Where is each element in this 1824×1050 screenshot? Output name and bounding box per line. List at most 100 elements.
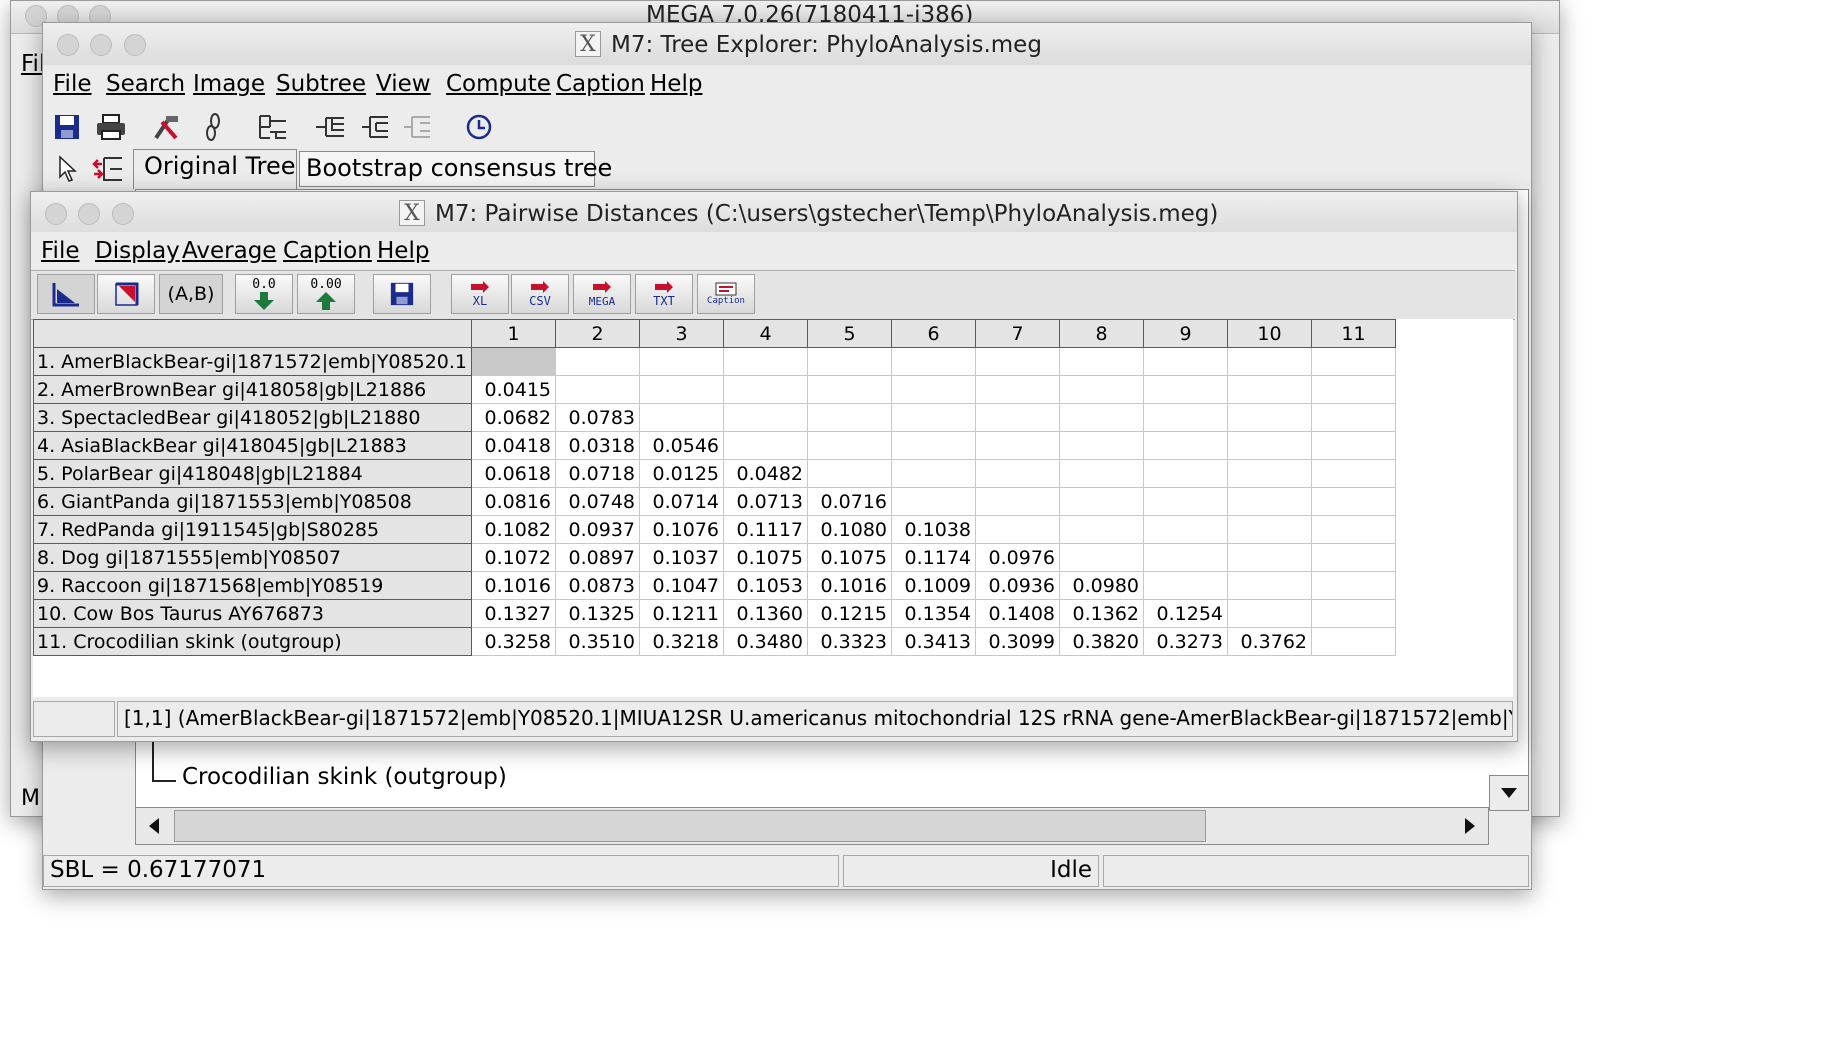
minimize-window-button[interactable]: [78, 203, 100, 225]
distance-cell[interactable]: [1227, 543, 1312, 572]
distance-cell[interactable]: 0.1174: [891, 543, 976, 572]
distance-cell[interactable]: 0.1362: [1059, 599, 1144, 628]
distance-cell[interactable]: [1143, 431, 1228, 460]
table-row[interactable]: 11. Crocodilian skink (outgroup) 0.3258 0.…: [33, 627, 1396, 656]
distance-table[interactable]: 1 2 3 4 5 6 7 8 9 10 11 1. AmerBlackBear-gi|1871572…: [33, 319, 1396, 656]
distance-cell[interactable]: [1143, 515, 1228, 544]
distance-cell[interactable]: [807, 347, 892, 376]
row-header[interactable]: 5. PolarBear gi|418048|gb|L21884: [33, 459, 472, 488]
menu-image[interactable]: Image: [193, 71, 265, 97]
row-header[interactable]: 9. Raccoon gi|1871568|emb|Y08519: [33, 571, 472, 600]
pointer-icon[interactable]: [47, 149, 87, 189]
table-row[interactable]: 9. Raccoon gi|1871568|emb|Y08519 0.1016 0.…: [33, 571, 1396, 600]
distance-cell[interactable]: [1227, 403, 1312, 432]
export-mega-button[interactable]: MEGA: [573, 274, 631, 314]
column-header[interactable]: 9: [1143, 319, 1228, 348]
distance-cell[interactable]: 0.3323: [807, 627, 892, 656]
tree-layout-slanted-icon[interactable]: [357, 107, 397, 147]
menu-caption[interactable]: Caption: [283, 238, 372, 264]
horizontal-scrollbar[interactable]: [135, 807, 1489, 845]
distance-grid[interactable]: 1 2 3 4 5 6 7 8 9 10 11 1. AmerBlackBear-gi|1871572…: [33, 319, 1513, 697]
distance-cell[interactable]: [1143, 459, 1228, 488]
row-header[interactable]: 2. AmerBrownBear gi|418058|gb|L21886: [33, 375, 472, 404]
close-window-button[interactable]: [57, 34, 79, 56]
table-row[interactable]: 5. PolarBear gi|418048|gb|L21884 0.0618 0.…: [33, 459, 1396, 488]
row-header[interactable]: 8. Dog gi|1871555|emb|Y08507: [33, 543, 472, 572]
distance-cell[interactable]: 0.0418: [471, 431, 556, 460]
distance-cell[interactable]: [1143, 403, 1228, 432]
distance-cell[interactable]: [1311, 543, 1396, 572]
distance-cell[interactable]: [1311, 403, 1396, 432]
tools-icon[interactable]: [147, 107, 187, 147]
caption-button[interactable]: Caption: [697, 274, 755, 314]
distance-cell[interactable]: 0.0718: [555, 459, 640, 488]
distance-cell[interactable]: 0.1053: [723, 571, 808, 600]
menu-caption[interactable]: Caption: [556, 71, 645, 97]
distance-cell[interactable]: [555, 347, 640, 376]
distance-cell[interactable]: 0.0482: [723, 459, 808, 488]
distance-cell[interactable]: [1311, 487, 1396, 516]
distance-cell[interactable]: 0.1009: [891, 571, 976, 600]
row-header[interactable]: 6. GiantPanda gi|1871553|emb|Y08508: [33, 487, 472, 516]
distance-cell[interactable]: [1059, 459, 1144, 488]
distance-cell[interactable]: [1311, 515, 1396, 544]
distance-cell[interactable]: 0.0618: [471, 459, 556, 488]
distance-cell[interactable]: [723, 431, 808, 460]
distance-cell[interactable]: [1143, 375, 1228, 404]
distance-cell[interactable]: 0.0714: [639, 487, 724, 516]
distance-cell[interactable]: 0.1327: [471, 599, 556, 628]
export-text-button[interactable]: TXT: [635, 274, 693, 314]
distance-cell[interactable]: 0.0748: [555, 487, 640, 516]
table-row[interactable]: 2. AmerBrownBear gi|418058|gb|L21886 0.04…: [33, 375, 1396, 404]
distance-cell[interactable]: 0.0937: [555, 515, 640, 544]
column-header[interactable]: 8: [1059, 319, 1144, 348]
menu-help[interactable]: Help: [650, 71, 702, 97]
row-header[interactable]: 7. RedPanda gi|1911545|gb|S80285: [33, 515, 472, 544]
distance-cell[interactable]: [1311, 599, 1396, 628]
row-header[interactable]: 1. AmerBlackBear-gi|1871572|emb|Y08520.1: [33, 347, 472, 376]
distance-cell[interactable]: [639, 403, 724, 432]
distance-cell[interactable]: [975, 431, 1060, 460]
distance-cell[interactable]: [1143, 347, 1228, 376]
distance-cell[interactable]: [555, 375, 640, 404]
upper-right-matrix-button[interactable]: [97, 274, 155, 314]
table-row[interactable]: 3. SpectacledBear gi|418052|gb|L21880 0.0…: [33, 403, 1396, 432]
distance-cell[interactable]: [1143, 571, 1228, 600]
table-row[interactable]: 8. Dog gi|1871555|emb|Y08507 0.1072 0.0897…: [33, 543, 1396, 572]
distance-cell[interactable]: [639, 347, 724, 376]
zoom-window-button[interactable]: [124, 34, 146, 56]
row-header[interactable]: 4. AsiaBlackBear gi|418045|gb|L21883: [33, 431, 472, 460]
distance-cell[interactable]: [975, 347, 1060, 376]
tab-original-tree[interactable]: Original Tree: [133, 149, 297, 189]
menu-subtree[interactable]: Subtree: [276, 71, 366, 97]
minimize-window-button[interactable]: [90, 34, 112, 56]
distance-cell[interactable]: [891, 431, 976, 460]
distance-cell[interactable]: [1059, 543, 1144, 572]
menu-search[interactable]: Search: [106, 71, 185, 97]
distance-cell[interactable]: [807, 459, 892, 488]
distance-cell[interactable]: 0.3820: [1059, 627, 1144, 656]
distance-cell[interactable]: 0.3762: [1227, 627, 1312, 656]
distance-cell[interactable]: [1059, 347, 1144, 376]
distance-cell[interactable]: 0.0125: [639, 459, 724, 488]
pair-toggle-button[interactable]: (A,B): [159, 274, 223, 314]
distance-cell[interactable]: 0.1354: [891, 599, 976, 628]
distance-cell[interactable]: [1227, 515, 1312, 544]
column-header[interactable]: 11: [1311, 319, 1396, 348]
distance-cell[interactable]: 0.1082: [471, 515, 556, 544]
column-header[interactable]: 6: [891, 319, 976, 348]
distance-cell[interactable]: 0.3273: [1143, 627, 1228, 656]
column-header[interactable]: 5: [807, 319, 892, 348]
distance-cell[interactable]: [723, 403, 808, 432]
column-header[interactable]: 3: [639, 319, 724, 348]
distance-cell[interactable]: 0.1211: [639, 599, 724, 628]
scroll-left-button[interactable]: [136, 808, 172, 844]
distance-cell[interactable]: 0.1254: [1143, 599, 1228, 628]
distance-cell[interactable]: [1143, 543, 1228, 572]
distance-cell[interactable]: 0.0682: [471, 403, 556, 432]
distance-cell[interactable]: 0.0936: [975, 571, 1060, 600]
distance-cell[interactable]: 0.0976: [975, 543, 1060, 572]
distance-cell[interactable]: 0.0816: [471, 487, 556, 516]
column-header[interactable]: 4: [723, 319, 808, 348]
distance-cell[interactable]: [1227, 459, 1312, 488]
